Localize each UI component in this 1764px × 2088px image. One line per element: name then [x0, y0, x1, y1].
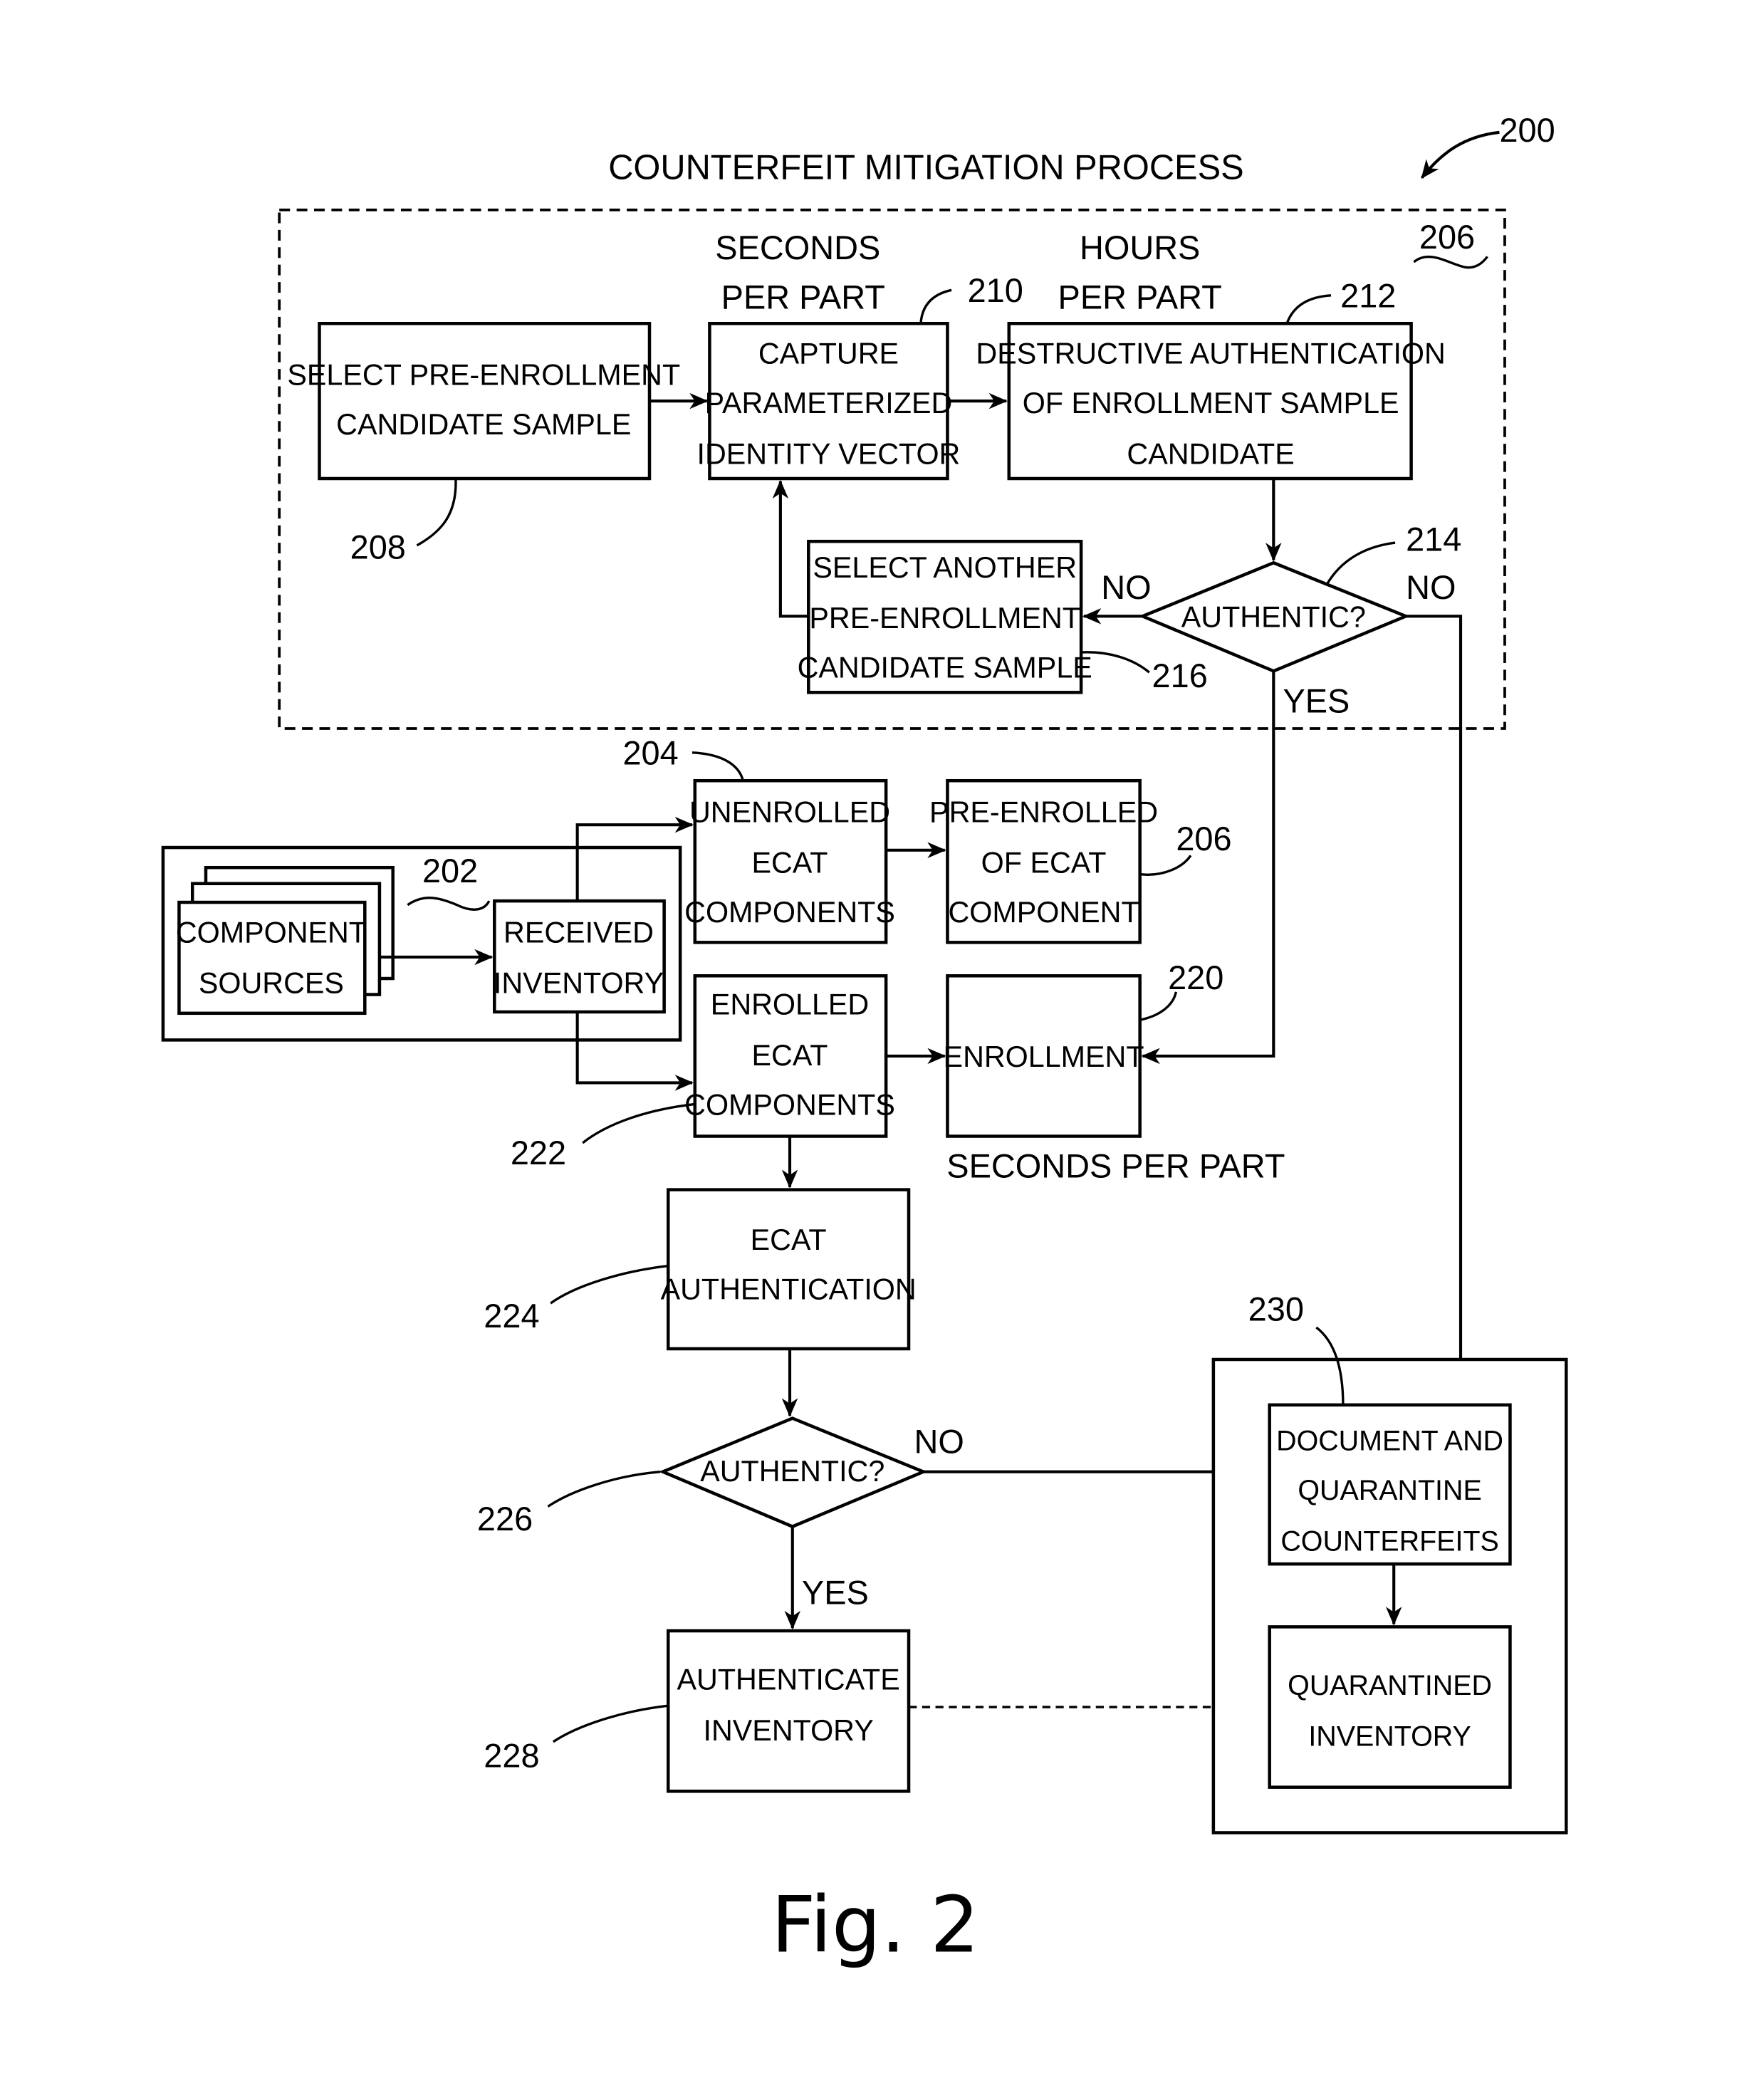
- decision-2-yes-label: YES: [802, 1574, 869, 1611]
- svg-text:CANDIDATE SAMPLE: CANDIDATE SAMPLE: [798, 652, 1092, 684]
- ref-228: 228: [484, 1737, 539, 1774]
- svg-text:ECAT: ECAT: [752, 1039, 828, 1072]
- figure-caption: Fig. 2: [771, 1880, 979, 1970]
- svg-text:SELECT PRE-ENROLLMENT: SELECT PRE-ENROLLMENT: [287, 359, 680, 392]
- decision-authentic-1: AUTHENTIC?: [1138, 560, 1411, 673]
- svg-text:OF ENROLLMENT SAMPLE: OF ENROLLMENT SAMPLE: [1023, 387, 1399, 419]
- ref-206-leader: [1139, 855, 1192, 876]
- decision-2-no-label: NO: [914, 1423, 964, 1460]
- ref-204: 204: [622, 735, 678, 772]
- ref-214: 214: [1406, 521, 1461, 558]
- svg-text:ECAT: ECAT: [752, 847, 828, 879]
- svg-text:ENROLLMENT: ENROLLMENT: [944, 1040, 1144, 1073]
- node-select-another: SELECT ANOTHER PRE-ENROLLMENT CANDIDATE …: [798, 539, 1092, 694]
- svg-text:UNENROLLED: UNENROLLED: [689, 795, 890, 828]
- ref-224: 224: [484, 1298, 539, 1335]
- svg-text:DOCUMENT AND: DOCUMENT AND: [1276, 1426, 1503, 1457]
- svg-text:QUARANTINED: QUARANTINED: [1288, 1670, 1492, 1701]
- node-destructive-authentication: DESTRUCTIVE AUTHENTICATION OF ENROLLMENT…: [976, 322, 1446, 481]
- node-pre-enrolled-ecat: PRE-ENROLLED OF ECAT COMPONENT: [929, 778, 1158, 944]
- ref-222-leader: [582, 1102, 695, 1144]
- svg-text:SELECT ANOTHER: SELECT ANOTHER: [813, 551, 1077, 584]
- svg-text:OF ECAT: OF ECAT: [981, 847, 1107, 879]
- arrow-authentic-no-to-quarantine: [1406, 615, 1469, 1404]
- destructive-rate-label-2: PER PART: [1058, 279, 1222, 316]
- flowchart-diagram: COUNTERFEIT MITIGATION PROCESS 200 206 S…: [161, 112, 1568, 1970]
- node-document-quarantine: DOCUMENT AND QUARANTINE COUNTERFEITS: [1268, 1403, 1512, 1566]
- ref-200-arrow: [1420, 130, 1500, 179]
- node-quarantined-inventory: QUARANTINED INVENTORY: [1268, 1625, 1512, 1789]
- svg-text:COUNTERFEITS: COUNTERFEITS: [1280, 1525, 1498, 1557]
- ref-220: 220: [1168, 959, 1223, 996]
- ref-208-leader: [416, 478, 457, 547]
- figure-title: COUNTERFEIT MITIGATION PROCESS: [608, 149, 1243, 187]
- ref-206-group-leader: [1413, 255, 1488, 269]
- node-component-sources: COMPONENT SOURCES: [176, 865, 395, 1016]
- svg-text:COMPONENTS: COMPONENTS: [684, 1088, 895, 1121]
- ref-204-leader: [691, 751, 744, 781]
- svg-text:INVENTORY: INVENTORY: [494, 967, 664, 1000]
- ref-214-leader: [1325, 541, 1396, 585]
- ref-222: 222: [511, 1134, 566, 1171]
- svg-text:COMPONENT: COMPONENT: [948, 896, 1139, 929]
- svg-text:AUTHENTIC?: AUTHENTIC?: [700, 1455, 884, 1488]
- ref-224-leader: [550, 1264, 669, 1305]
- svg-text:CANDIDATE: CANDIDATE: [1127, 437, 1294, 470]
- svg-text:PRE-ENROLLED: PRE-ENROLLED: [929, 795, 1158, 828]
- svg-text:ECAT: ECAT: [751, 1223, 827, 1256]
- ref-200: 200: [1499, 112, 1555, 149]
- svg-text:INVENTORY: INVENTORY: [1308, 1721, 1471, 1752]
- svg-text:CANDIDATE SAMPLE: CANDIDATE SAMPLE: [336, 408, 631, 441]
- svg-text:SOURCES: SOURCES: [199, 967, 344, 1000]
- decision-1-yes-label: YES: [1283, 682, 1350, 719]
- ref-210: 210: [968, 272, 1023, 309]
- node-unenrolled-ecat: UNENROLLED ECAT COMPONENTS: [684, 778, 895, 944]
- ref-212: 212: [1340, 278, 1396, 315]
- svg-text:PARAMETERIZED: PARAMETERIZED: [705, 387, 953, 419]
- ref-202: 202: [422, 852, 478, 889]
- destructive-rate-label-1: HOURS: [1080, 229, 1200, 266]
- decision-authentic-2: AUTHENTIC?: [658, 1416, 928, 1529]
- svg-text:RECEIVED: RECEIVED: [503, 916, 654, 949]
- node-received-inventory: RECEIVED INVENTORY: [493, 899, 666, 1014]
- svg-text:INVENTORY: INVENTORY: [704, 1714, 874, 1747]
- svg-text:CAPTURE: CAPTURE: [758, 338, 899, 370]
- ref-206-group: 206: [1419, 219, 1475, 256]
- node-capture-identity-vector: CAPTURE PARAMETERIZED IDENTITY VECTOR: [697, 322, 961, 481]
- capture-rate-label-2: PER PART: [721, 279, 885, 316]
- capture-rate-label-1: SECONDS: [715, 229, 880, 266]
- ref-206: 206: [1176, 820, 1231, 857]
- svg-text:COMPONENT: COMPONENT: [176, 916, 367, 949]
- node-enrolled-ecat: ENROLLED ECAT COMPONENTS: [684, 974, 895, 1138]
- node-enrollment: ENROLLMENT: [944, 974, 1144, 1138]
- svg-text:COMPONENTS: COMPONENTS: [684, 896, 895, 929]
- svg-text:ENROLLED: ENROLLED: [711, 988, 869, 1021]
- node-select-pre-enrollment: SELECT PRE-ENROLLMENT CANDIDATE SAMPLE: [287, 322, 680, 481]
- ref-228-leader: [552, 1704, 669, 1743]
- ref-216: 216: [1152, 657, 1208, 694]
- arrow-select-another-to-capture: [772, 479, 809, 618]
- decision-1-no-left-label: NO: [1101, 569, 1151, 606]
- svg-text:DESTRUCTIVE AUTHENTICATION: DESTRUCTIVE AUTHENTICATION: [976, 338, 1445, 370]
- ref-208: 208: [350, 529, 406, 566]
- ref-210-leader: [919, 288, 952, 324]
- ref-226-leader: [547, 1470, 661, 1508]
- enrollment-rate-label: SECONDS PER PART: [946, 1148, 1285, 1185]
- svg-text:AUTHENTIC?: AUTHENTIC?: [1181, 600, 1366, 633]
- svg-text:IDENTITY VECTOR: IDENTITY VECTOR: [697, 437, 961, 470]
- svg-text:AUTHENTICATION: AUTHENTICATION: [661, 1273, 917, 1306]
- ref-212-leader: [1285, 294, 1332, 324]
- decision-1-no-right-label: NO: [1406, 569, 1456, 606]
- svg-text:QUARANTINE: QUARANTINE: [1298, 1475, 1481, 1506]
- ref-226: 226: [477, 1500, 533, 1538]
- ref-230: 230: [1248, 1291, 1304, 1328]
- node-authenticate-inventory: AUTHENTICATE INVENTORY: [667, 1629, 911, 1793]
- svg-text:AUTHENTICATE: AUTHENTICATE: [677, 1664, 900, 1696]
- node-ecat-authentication: ECAT AUTHENTICATION: [661, 1188, 917, 1351]
- svg-text:PRE-ENROLLMENT: PRE-ENROLLMENT: [809, 602, 1080, 635]
